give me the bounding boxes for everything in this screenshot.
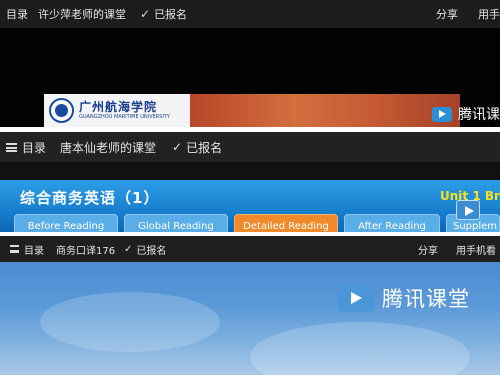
tencent-classroom-watermark: 腾讯课堂: [338, 283, 470, 313]
tencent-classroom-watermark: 腾讯课堂: [432, 104, 500, 124]
tab-label: Supplem: [453, 221, 498, 232]
menu-icon: [6, 142, 17, 152]
teacher-course-link[interactable]: 唐本仙老师的课堂: [60, 139, 156, 156]
university-logo: 广州航海学院 GUANGZHOU MARITIME UNIVERSITY: [44, 94, 190, 127]
tab-before-reading[interactable]: Before Reading: [14, 214, 118, 232]
tab-after-reading[interactable]: After Reading: [344, 214, 440, 232]
check-icon: ✓: [124, 243, 133, 255]
teacher-course-label: 唐本仙老师的课堂: [60, 140, 157, 155]
screenshot-panel-1: 目录 许少萍老师的课堂 ✓ 已报名 分享 用手 广州航海学院 GUANGZHOU…: [0, 0, 500, 127]
teacher-course-label: 许少萍老师的课堂: [38, 8, 126, 21]
check-icon: ✓: [140, 7, 151, 21]
enrolled-label: 已报名: [136, 245, 167, 257]
video-area[interactable]: [0, 262, 500, 375]
enrolled-status: ✓ 已报名: [172, 139, 222, 156]
tab-detailed-reading[interactable]: Detailed Reading: [234, 214, 338, 232]
tab-label: Global Reading: [138, 221, 214, 232]
check-icon: ✓: [172, 140, 183, 154]
tab-global-reading[interactable]: Global Reading: [124, 214, 228, 232]
tab-label: Detailed Reading: [243, 221, 329, 232]
course-name-link[interactable]: 商务口译176: [56, 242, 115, 257]
watch-on-phone-button[interactable]: 用手机看: [456, 236, 496, 262]
tab-label: Before Reading: [27, 221, 105, 232]
menu-icon: [10, 245, 19, 253]
screenshot-panel-3: 目录 商务口译176 ✓ 已报名 分享 用手机看 腾讯课堂: [0, 236, 500, 375]
enrolled-label: 已报名: [186, 140, 223, 155]
university-name-en: GUANGZHOU MARITIME UNIVERSITY: [79, 114, 170, 120]
course-title: 综合商务英语（1）: [20, 189, 160, 207]
catalog-button[interactable]: 目录: [6, 6, 28, 22]
watermark-text: 腾讯课堂: [382, 287, 470, 311]
tab-label: After Reading: [358, 221, 426, 232]
share-label: 分享: [418, 245, 438, 257]
course-name-label: 商务口译176: [56, 245, 116, 257]
slide-tabs: Before Reading Global Reading Detailed R…: [0, 214, 500, 232]
catalog-label: 目录: [6, 8, 28, 21]
phone-label: 用手: [478, 8, 500, 21]
teacher-course-link[interactable]: 许少萍老师的课堂: [38, 6, 126, 22]
watermark-text: 腾讯课堂: [458, 107, 500, 123]
tencent-classroom-watermark: [456, 200, 480, 220]
top-bar: 目录 唐本仙老师的课堂 ✓ 已报名: [0, 132, 500, 162]
enrolled-status: ✓ 已报名: [140, 6, 187, 22]
play-icon: [338, 284, 374, 312]
watch-on-phone-button[interactable]: 用手: [478, 0, 500, 28]
catalog-label: 目录: [22, 140, 47, 155]
university-name-cn: 广州航海学院: [79, 100, 158, 114]
phone-label: 用手机看: [456, 245, 496, 257]
share-button[interactable]: 分享: [436, 0, 458, 28]
top-bar: 目录 许少萍老师的课堂 ✓ 已报名 分享 用手: [0, 0, 500, 28]
enrolled-status: ✓ 已报名: [124, 242, 166, 257]
top-bar: 目录 商务口译176 ✓ 已报名 分享 用手机看: [0, 236, 500, 262]
catalog-button[interactable]: 目录: [6, 139, 46, 156]
catalog-button[interactable]: 目录: [10, 242, 44, 257]
play-icon: [456, 200, 480, 220]
share-button[interactable]: 分享: [418, 236, 438, 262]
screenshot-panel-2: 目录 唐本仙老师的课堂 ✓ 已报名 综合商务英语（1） Unit 1 Bra B…: [0, 132, 500, 232]
enrolled-label: 已报名: [154, 8, 188, 21]
university-seal-icon: [49, 98, 74, 123]
share-label: 分享: [436, 8, 458, 21]
play-icon: [432, 106, 452, 122]
catalog-label: 目录: [24, 245, 44, 257]
